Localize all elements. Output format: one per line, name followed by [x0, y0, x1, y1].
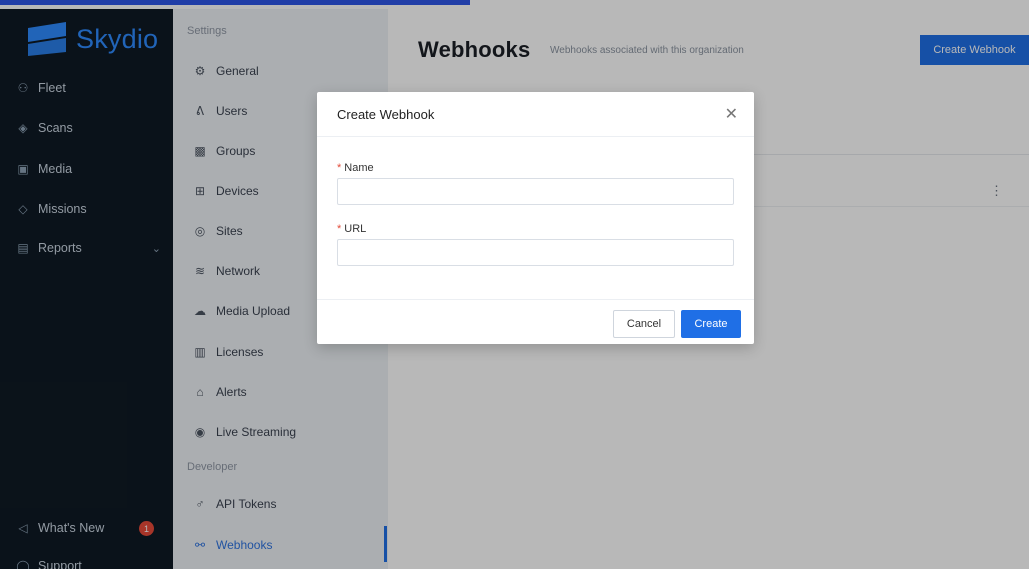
name-label-text: Name	[344, 162, 374, 174]
url-label-text: URL	[344, 223, 367, 235]
modal-footer: Cancel Create	[317, 299, 754, 344]
required-marker: *	[337, 223, 342, 235]
url-label: * URL	[337, 223, 366, 235]
create-webhook-modal: Create Webhook ✕ * Name * URL Cancel Creat…	[317, 92, 754, 344]
close-icon[interactable]: ✕	[725, 104, 738, 124]
create-button[interactable]: Create	[681, 310, 741, 338]
url-input[interactable]	[337, 239, 734, 266]
app-root: Skydio ⚇ Fleet ◈ Scans ▣ Media ◇ Mission…	[0, 0, 1029, 569]
required-marker: *	[337, 162, 342, 174]
name-input[interactable]	[337, 178, 734, 205]
name-label: * Name	[337, 162, 374, 174]
modal-title: Create Webhook	[337, 107, 435, 122]
modal-header: Create Webhook ✕	[317, 92, 754, 137]
cancel-button[interactable]: Cancel	[613, 310, 675, 338]
